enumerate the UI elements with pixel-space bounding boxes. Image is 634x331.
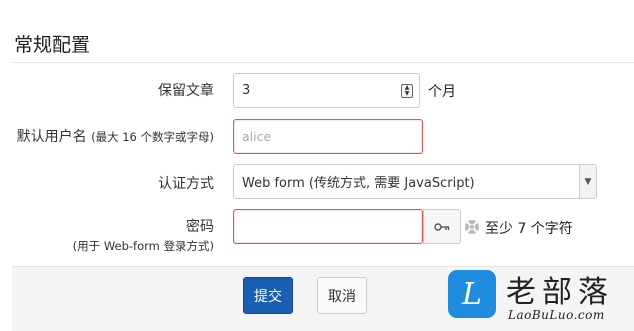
username-placeholder: alice (242, 129, 272, 144)
username-label: 默认用户名 (最大 16 个数字或字母) (17, 126, 214, 146)
retain-value: 3 (242, 83, 251, 98)
spinner-arrows-icon[interactable]: ▲ ▼ (401, 84, 413, 98)
username-label-hint: (最大 16 个数字或字母) (91, 130, 214, 144)
watermark-url: LaoBuLuo.com (508, 308, 605, 322)
username-label-text: 默认用户名 (16, 129, 87, 145)
watermark-logo: L (448, 270, 496, 318)
chevron-down-icon[interactable]: ▼ (579, 165, 596, 198)
auth-label: 认证方式 (158, 176, 214, 192)
retain-input[interactable]: 3 ▲ ▼ (233, 73, 420, 108)
cancel-button[interactable]: 取消 (317, 277, 367, 314)
password-hint: 至少 7 个字符 (485, 221, 573, 237)
password-label: 密码 (186, 219, 214, 235)
auth-selected-value: Web form (传统方式, 需要 JavaScript) (242, 176, 475, 191)
generate-password-button[interactable] (423, 209, 461, 244)
watermark-name: 老部落 (506, 275, 614, 310)
password-label-hint: (用于 Web-form 登录方式) (72, 239, 214, 253)
auth-select[interactable]: Web form (传统方式, 需要 JavaScript) ▼ (233, 164, 597, 199)
retain-unit: 个月 (428, 84, 456, 100)
key-icon (434, 222, 450, 231)
password-input[interactable] (233, 209, 423, 244)
username-input[interactable]: alice (233, 119, 423, 154)
retain-label: 保留文章 (158, 83, 214, 99)
section-title: 常规配置 (14, 34, 91, 56)
title-divider (12, 62, 634, 63)
lifebuoy-icon (465, 220, 479, 234)
submit-button[interactable]: 提交 (243, 277, 293, 314)
